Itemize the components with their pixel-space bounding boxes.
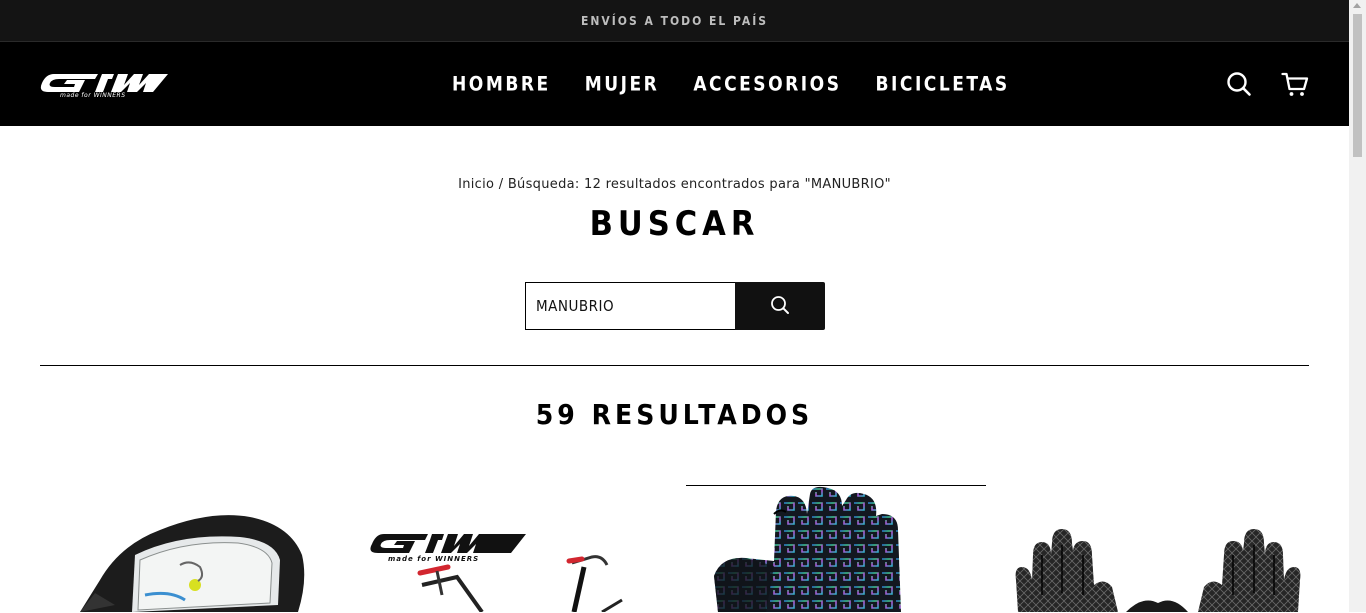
results-count: 59 RESULTADOS <box>535 398 814 431</box>
breadcrumb-current: Búsqueda: 12 resultados encontrados para… <box>507 177 891 192</box>
breadcrumb-separator: / <box>498 177 504 192</box>
product-image <box>1015 529 1301 612</box>
page-scrollbar[interactable] <box>1349 0 1366 612</box>
announcement-bar: ENVÍOS A TODO EL PAÍS <box>0 0 1349 42</box>
product-card[interactable] <box>40 485 340 612</box>
search-icon[interactable] <box>1225 70 1253 98</box>
nav-item-mujer[interactable]: MUJER <box>585 69 660 98</box>
svg-text:made for WINNERS: made for WINNERS <box>60 92 126 98</box>
product-card[interactable] <box>1008 485 1308 612</box>
search-icon <box>770 295 790 318</box>
logo[interactable]: made for WINNERS <box>40 70 170 99</box>
search-input[interactable] <box>525 282 735 330</box>
breadcrumb-home[interactable]: Inicio <box>458 177 494 192</box>
svg-text:made for WINNERS: made for WINNERS <box>388 555 479 563</box>
nav-item-accesorios[interactable]: ACCESORIOS <box>693 69 841 98</box>
product-card[interactable]: made for WINNERS <box>362 485 662 612</box>
main-nav: HOMBRE MUJER ACCESORIOS BICICLETAS <box>452 70 1044 98</box>
nav-item-hombre[interactable]: HOMBRE <box>452 69 551 98</box>
announcement-text: ENVÍOS A TODO EL PAÍS <box>580 13 768 28</box>
page-title: BUSCAR <box>589 204 760 244</box>
breadcrumb: Inicio / Búsqueda: 12 resultados encontr… <box>0 177 1349 192</box>
scroll-up-icon[interactable] <box>1353 3 1361 8</box>
cart-icon[interactable] <box>1281 70 1309 98</box>
search-submit-button[interactable] <box>735 282 825 330</box>
product-card[interactable] <box>686 485 986 613</box>
section-divider <box>40 365 1309 366</box>
product-image <box>80 515 305 612</box>
search-form <box>525 282 825 330</box>
product-image: made for WINNERS <box>370 534 623 612</box>
site-header: made for WINNERS HOMBRE MUJER ACCESORIOS… <box>0 42 1349 126</box>
product-image <box>714 486 901 612</box>
scrollbar-thumb[interactable] <box>1353 14 1362 157</box>
nav-item-bicicletas[interactable]: BICICLETAS <box>876 69 1010 98</box>
product-grid: made for WINNERS <box>40 485 1309 612</box>
